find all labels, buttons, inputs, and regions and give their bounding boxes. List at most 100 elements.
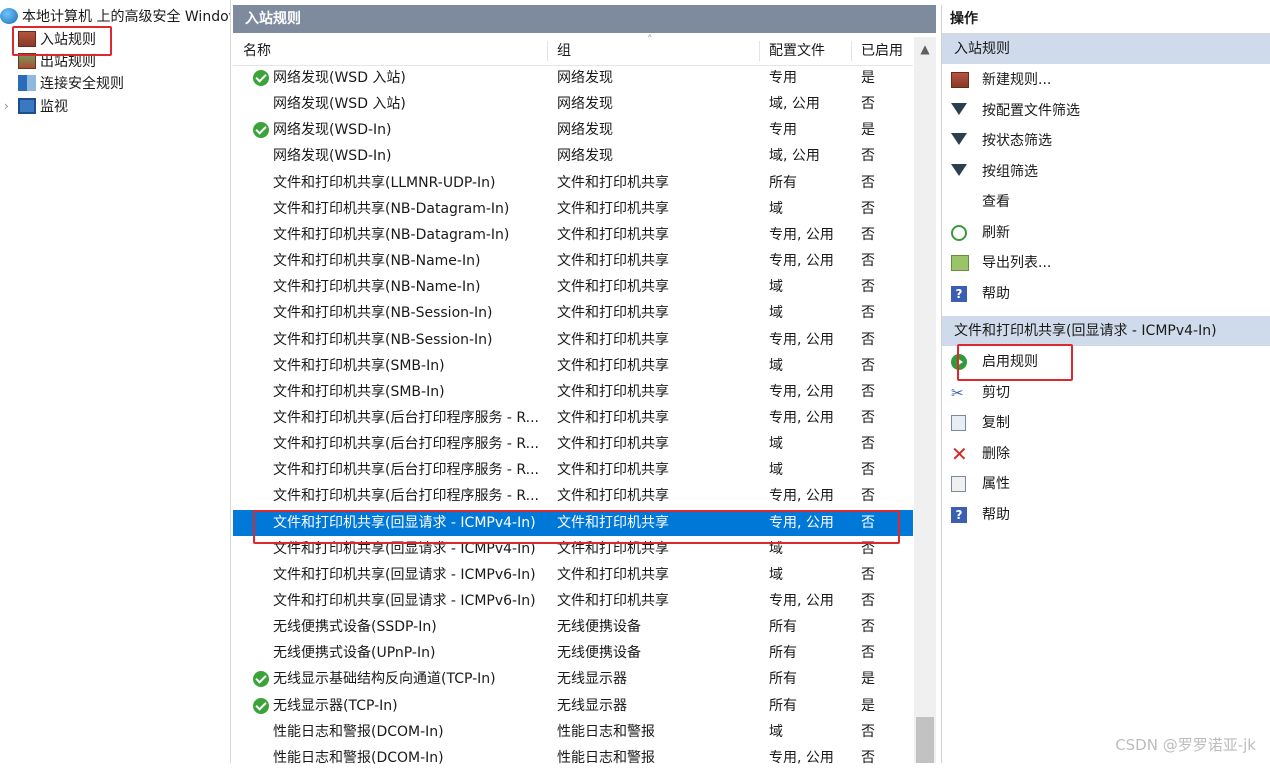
action-help[interactable]: ? 帮助 [942, 279, 1270, 309]
rule-group: 性能日志和警报 [557, 749, 655, 766]
table-row[interactable]: 无线显示基础结构反向通道(TCP-In) 无线显示器 所有 是 [233, 666, 913, 692]
table-row[interactable]: 文件和打印机共享(后台打印程序服务 - R... 文件和打印机共享 域 否 [233, 457, 913, 483]
scrollbar-thumb[interactable] [916, 717, 934, 763]
action-enable-rule[interactable]: 启用规则 [942, 347, 1270, 377]
vertical-scrollbar[interactable]: ▲ [914, 37, 936, 763]
table-row[interactable]: 文件和打印机共享(NB-Name-In) 文件和打印机共享 专用, 公用 否 [233, 248, 913, 274]
rule-enabled: 否 [861, 409, 875, 426]
actions-header: 操作 [942, 5, 1270, 34]
action-refresh[interactable]: 刷新 [942, 218, 1270, 248]
column-header-enabled[interactable]: 已启用 [851, 37, 913, 65]
table-row[interactable]: 文件和打印机共享(SMB-In) 文件和打印机共享 专用, 公用 否 [233, 379, 913, 405]
enabled-check-icon [253, 671, 269, 688]
action-view[interactable]: 查看 [942, 187, 1270, 217]
table-row[interactable]: 性能日志和警报(DCOM-In) 性能日志和警报 专用, 公用 否 [233, 745, 913, 771]
rule-profile: 所有 [769, 174, 797, 191]
column-header-name[interactable]: 名称 [233, 37, 545, 65]
rule-enabled: 否 [861, 566, 875, 583]
table-row[interactable]: 文件和打印机共享(SMB-In) 文件和打印机共享 域 否 [233, 353, 913, 379]
rule-enabled: 是 [861, 697, 875, 714]
action-new-rule[interactable]: 新建规则... [942, 65, 1270, 95]
table-row[interactable]: 性能日志和警报(DCOM-In) 性能日志和警报 域 否 [233, 719, 913, 745]
table-row[interactable]: 文件和打印机共享(NB-Datagram-In) 文件和打印机共享 专用, 公用 否 [233, 222, 913, 248]
table-row[interactable]: 文件和打印机共享(后台打印程序服务 - R... 文件和打印机共享 域 否 [233, 431, 913, 457]
table-row[interactable]: 无线便携式设备(SSDP-In) 无线便携设备 所有 否 [233, 614, 913, 640]
actions-section-selected-rule[interactable]: 文件和打印机共享(回显请求 - ICMPv4-In) [942, 316, 1270, 346]
table-row[interactable]: 文件和打印机共享(NB-Name-In) 文件和打印机共享 域 否 [233, 274, 913, 300]
rule-name: 无线便携式设备(UPnP-In) [273, 645, 436, 662]
rule-profile: 所有 [769, 697, 797, 714]
rule-enabled: 否 [861, 514, 875, 531]
copy-icon [951, 415, 966, 431]
action-export[interactable]: 导出列表... [942, 248, 1270, 278]
table-row[interactable]: 网络发现(WSD 入站) 网络发现 专用 是 [233, 65, 913, 91]
table-row[interactable]: 无线显示器(TCP-In) 无线显示器 所有 是 [233, 693, 913, 719]
table-row[interactable]: 文件和打印机共享(NB-Session-In) 文件和打印机共享 域 否 [233, 300, 913, 326]
panel-title: 入站规则 [233, 5, 936, 33]
column-header-profile[interactable]: 配置文件 [759, 37, 851, 65]
tree-item-inbound-rules[interactable]: 入站规则 [18, 29, 96, 51]
table-row[interactable]: 网络发现(WSD 入站) 网络发现 域, 公用 否 [233, 91, 913, 117]
action-filter[interactable]: 按配置文件筛选 [942, 96, 1270, 126]
rule-profile: 所有 [769, 619, 797, 636]
rule-enabled: 否 [861, 462, 875, 479]
rule-name: 文件和打印机共享(LLMNR-UDP-In) [273, 174, 496, 191]
rule-name-cell: 无线显示器(TCP-In) [243, 693, 543, 719]
column-header-group-label: 组 [557, 43, 571, 59]
tree-root[interactable]: 本地计算机 上的高级安全 Windows [0, 6, 230, 28]
tree-item-monitoring[interactable]: 监视 [18, 96, 68, 118]
table-row[interactable]: 文件和打印机共享(回显请求 - ICMPv4-In) 文件和打印机共享 专用, 公用… [233, 509, 913, 536]
table-row[interactable]: 无线便携式设备(UPnP-In) 无线便携设备 所有 否 [233, 640, 913, 666]
action-copy[interactable]: 复制 [942, 408, 1270, 438]
inbound-wall-icon [18, 31, 36, 47]
action-cut[interactable]: ✂ 剪切 [942, 378, 1270, 408]
action-delete[interactable]: ✕ 删除 [942, 439, 1270, 469]
rule-enabled: 否 [861, 593, 875, 609]
navigation-tree: 本地计算机 上的高级安全 Windows 入站规则 出站规则 连接安全规则 › … [0, 0, 231, 763]
rule-enabled: 否 [861, 148, 875, 165]
table-row[interactable]: 文件和打印机共享(回显请求 - ICMPv6-In) 文件和打印机共享 域 否 [233, 562, 913, 588]
action-properties[interactable]: 属性 [942, 469, 1270, 499]
table-row[interactable]: 文件和打印机共享(回显请求 - ICMPv4-In) 文件和打印机共享 域 否 [233, 536, 913, 562]
table-row[interactable]: 文件和打印机共享(NB-Datagram-In) 文件和打印机共享 域 否 [233, 196, 913, 222]
action-label: 查看 [982, 194, 1010, 210]
rule-name: 文件和打印机共享(后台打印程序服务 - R... [273, 488, 539, 505]
rule-group: 网络发现 [557, 122, 613, 139]
table-row[interactable]: 文件和打印机共享(NB-Session-In) 文件和打印机共享 专用, 公用 否 [233, 327, 913, 353]
rule-name-cell: 文件和打印机共享(NB-Datagram-In) [243, 196, 543, 222]
tree-item-connection-security-rules[interactable]: 连接安全规则 [18, 73, 124, 95]
action-label: 启用规则 [982, 354, 1038, 370]
rule-name-cell: 网络发现(WSD 入站) [243, 65, 543, 91]
rule-enabled: 否 [861, 331, 875, 348]
tree-expander-icon[interactable]: › [4, 99, 9, 113]
scroll-up-icon[interactable]: ▲ [914, 37, 936, 61]
monitor-icon [18, 98, 36, 114]
action-filter[interactable]: 按组筛选 [942, 157, 1270, 187]
rule-name: 文件和打印机共享(后台打印程序服务 - R... [273, 409, 539, 426]
tree-item-label: 入站规则 [40, 32, 96, 48]
refresh-icon [951, 224, 967, 241]
rule-enabled: 否 [861, 749, 875, 766]
help-icon: ? [951, 285, 967, 302]
rule-name-cell: 文件和打印机共享(回显请求 - ICMPv6-In) [243, 588, 543, 614]
table-row[interactable]: 网络发现(WSD-In) 网络发现 域, 公用 否 [233, 143, 913, 169]
table-row[interactable]: 网络发现(WSD-In) 网络发现 专用 是 [233, 117, 913, 143]
rule-profile: 域 [769, 305, 783, 322]
table-row[interactable]: 文件和打印机共享(LLMNR-UDP-In) 文件和打印机共享 所有 否 [233, 170, 913, 196]
action-help[interactable]: ? 帮助 [942, 500, 1270, 530]
table-row[interactable]: 文件和打印机共享(后台打印程序服务 - R... 文件和打印机共享 专用, 公用 否 [233, 483, 913, 509]
enable-rule-icon [951, 354, 967, 370]
table-row[interactable]: 文件和打印机共享(回显请求 - ICMPv6-In) 文件和打印机共享 专用, 公用… [233, 588, 913, 614]
rule-enabled: 否 [861, 436, 875, 453]
actions-section-inbound-rules[interactable]: 入站规则 [942, 34, 1270, 64]
rule-profile: 域 [769, 540, 783, 557]
rule-enabled: 否 [861, 645, 875, 662]
rule-name: 网络发现(WSD-In) [273, 148, 392, 165]
rule-name-cell: 文件和打印机共享(后台打印程序服务 - R... [243, 457, 543, 483]
column-header-group[interactable]: 组 [547, 37, 759, 65]
rule-name-cell: 文件和打印机共享(回显请求 - ICMPv6-In) [243, 562, 543, 588]
rule-profile: 专用, 公用 [769, 488, 834, 505]
table-row[interactable]: 文件和打印机共享(后台打印程序服务 - R... 文件和打印机共享 专用, 公用 否 [233, 405, 913, 431]
action-filter[interactable]: 按状态筛选 [942, 126, 1270, 156]
tree-item-outbound-rules[interactable]: 出站规则 [18, 51, 96, 73]
